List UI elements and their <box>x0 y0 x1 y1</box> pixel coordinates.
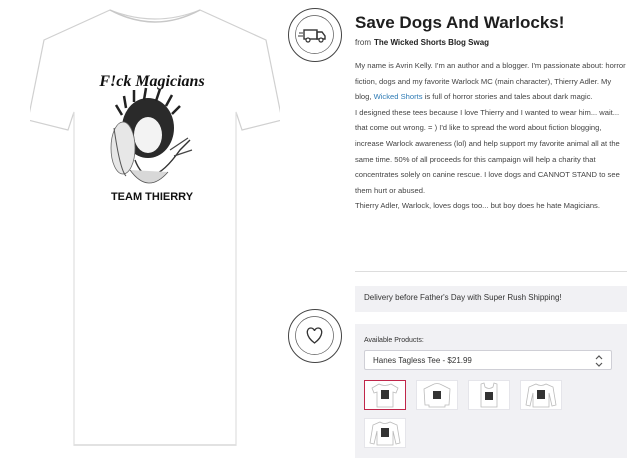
rush-shipping-badge <box>288 8 342 62</box>
product-select[interactable]: Hanes Tagless Tee - $21.99 <box>364 350 612 370</box>
tank-top-icon <box>480 382 498 408</box>
hoodie-icon <box>423 383 451 408</box>
campaign-description: My name is Avrin Kelly. I'm an author an… <box>355 58 627 214</box>
divider <box>355 271 627 272</box>
charity-badge <box>288 309 342 363</box>
product-thumbnail-sweatshirt[interactable] <box>364 418 406 448</box>
available-products-label: Available Products: <box>364 337 424 344</box>
product-thumbnail-longsleeve[interactable] <box>520 380 562 410</box>
long-sleeve-icon <box>525 383 557 408</box>
chevron-updown-icon <box>595 355 603 367</box>
description-paragraph: I designed these tees because I love Thi… <box>355 107 620 195</box>
store-byline: from The Wicked Shorts Blog Swag <box>355 38 489 47</box>
campaign-title: Save Dogs And Warlocks! <box>355 13 565 32</box>
shipping-message: Delivery before Father's Day with Super … <box>364 293 562 302</box>
from-label: from <box>355 38 371 47</box>
sweatshirt-icon <box>369 421 401 446</box>
shipping-message-box: Delivery before Father's Day with Super … <box>355 286 627 312</box>
store-link[interactable]: The Wicked Shorts Blog Swag <box>374 38 489 47</box>
heart-icon <box>295 316 334 355</box>
product-image: F!ck Magicians TEAM THIERRY <box>27 0 283 458</box>
shirt-text-top: F!ck Magicians <box>98 73 204 90</box>
product-select-value: Hanes Tagless Tee - $21.99 <box>373 356 472 365</box>
wicked-shorts-link[interactable]: Wicked Shorts <box>374 92 423 101</box>
tshirt-icon <box>371 383 399 408</box>
product-thumbnail-tank[interactable] <box>468 380 510 410</box>
products-panel: Available Products: Hanes Tagless Tee - … <box>355 324 627 458</box>
truck-icon <box>295 15 334 54</box>
product-thumbnail-hoodie[interactable] <box>416 380 458 410</box>
shirt-text-bottom: TEAM THIERRY <box>111 191 194 203</box>
description-text: is full of horror stories and tales abou… <box>422 92 593 102</box>
description-paragraph: Thierry Adler, Warlock, loves dogs too..… <box>355 201 600 211</box>
description-paragraph: My name is Avrin Kelly. I'm an author an… <box>355 58 627 105</box>
product-thumbnail-tee[interactable] <box>364 380 406 410</box>
